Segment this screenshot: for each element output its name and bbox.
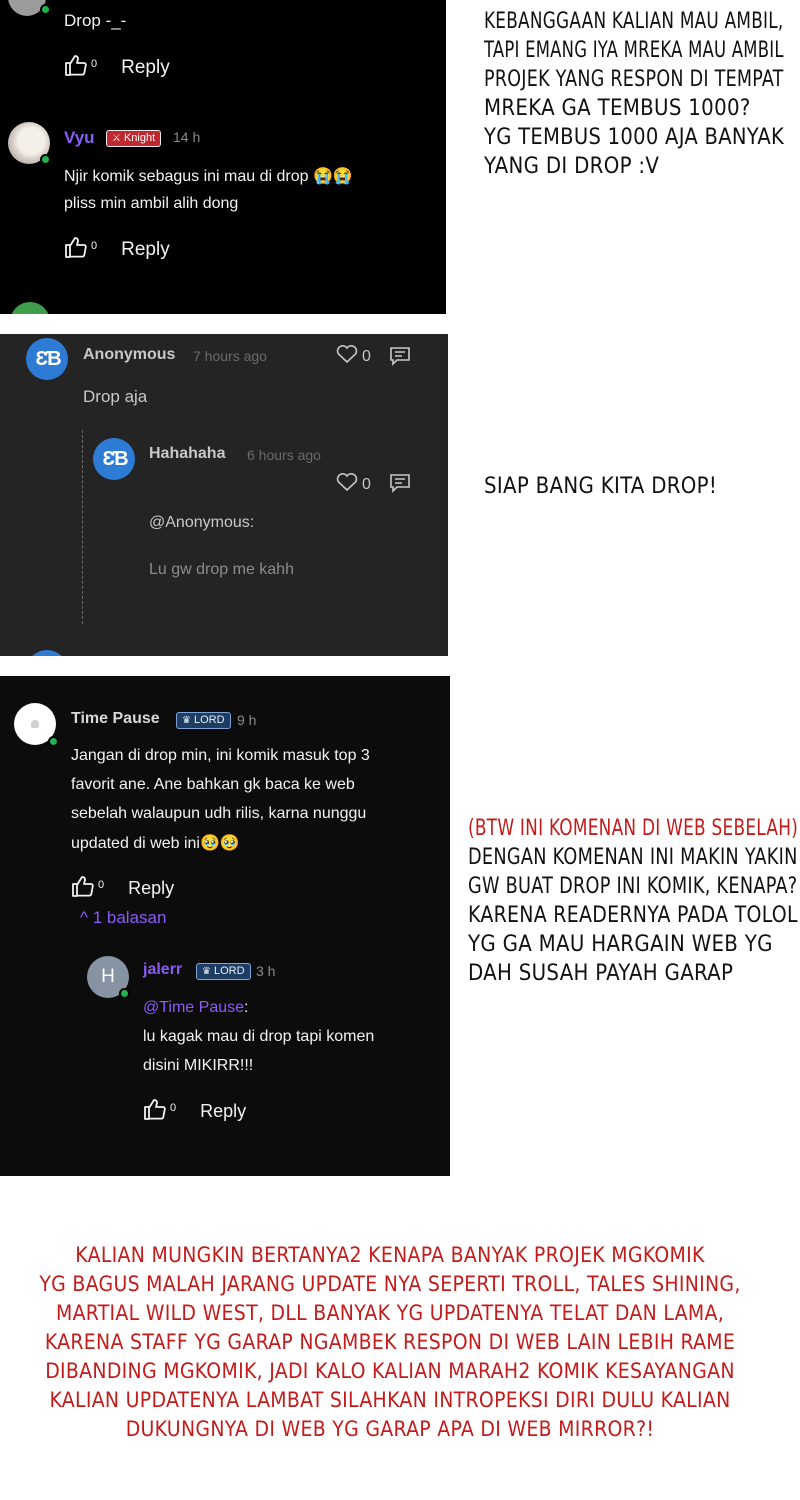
brand-logo-icon: ƐƁ <box>102 447 128 470</box>
comment-reply-icon[interactable] <box>389 346 411 371</box>
rank-badge-label: Knight <box>123 132 156 144</box>
caption-line: MARTIAL WILD WEST, DLL BANYAK YG UPDATEN… <box>55 1301 724 1325</box>
comment-panel-3: Time Pause ♛ LORD 9 h Jangan di drop min… <box>0 676 450 1176</box>
comment-text: Drop -_- <box>64 11 127 30</box>
comment-author[interactable]: Anonymous <box>83 346 175 364</box>
comment-text: Drop aja <box>83 387 148 406</box>
rank-badge: ⚔ Knight <box>106 130 162 147</box>
reply-text: lu kagak mau di drop tapi komen <box>143 1028 375 1045</box>
crown-avatar-icon: ♛ <box>202 966 211 977</box>
caption-line: KALIAN UPDATENYA LAMBAT SILAHKAN INTROPE… <box>49 1388 731 1412</box>
caption-line: GW BUAT DROP INI KOMIK, KENAPA? <box>468 874 798 899</box>
like-control[interactable]: 0 <box>336 345 371 368</box>
user-placeholder-icon <box>31 720 39 728</box>
like-reply-bar: 0 Reply <box>71 875 174 902</box>
reply-author[interactable]: jalerr <box>143 961 182 979</box>
avatar[interactable]: ƐƁ <box>26 338 68 380</box>
like-reply-bar: 0 Reply <box>64 54 170 81</box>
thread-line <box>82 430 83 624</box>
comment-time: 9 h <box>237 712 257 728</box>
avatar-letter: H <box>101 966 115 987</box>
comment-text: favorit ane. Ane bahkan gk baca ke web <box>71 776 355 793</box>
caption-line: MREKA GA TEMBUS 1000? <box>484 96 751 121</box>
like-count: 0 <box>362 475 371 493</box>
caption-line: PROJEK YANG RESPON DI TEMPAT <box>484 67 784 92</box>
comment-author[interactable]: Vyu <box>64 128 95 148</box>
comment-panel-1: Drop -_- 0 Reply Vyu ⚔ Knight 14 h Njir … <box>0 0 446 314</box>
like-reply-bar: 0 Reply <box>64 236 170 263</box>
caption-line: (BTW INI KOMENAN DI WEB SEBELAH) <box>468 816 799 841</box>
reply-text: Lu gw drop me kahh <box>149 561 294 578</box>
reply-text: disini MIKIRR!!! <box>143 1057 254 1074</box>
comment-text: Njir komik sebagus ini mau di drop 😭😭 <box>64 168 353 185</box>
reply-mention[interactable]: @Anonymous: <box>149 514 254 532</box>
reply-time: 6 hours ago <box>247 447 321 463</box>
like-count: 0 <box>362 347 371 365</box>
like-count: 0 <box>170 1101 177 1114</box>
comment-panel-2: ƐƁ Anonymous 7 hours ago 0 Drop aja ƐƁ H… <box>0 334 448 656</box>
comment-author[interactable]: Time Pause <box>71 710 160 728</box>
reply-button[interactable]: Reply <box>121 57 170 79</box>
thumbs-up-icon[interactable] <box>64 236 88 263</box>
caption-line: KEBANGGAAN KALIAN MAU AMBIL, <box>484 9 784 34</box>
caption-line: YANG DI DROP :V <box>484 154 660 179</box>
online-indicator <box>48 736 59 747</box>
caption-line: KARENA STAFF YG GARAP NGAMBEK RESPON DI … <box>44 1330 736 1354</box>
like-reply-bar: 0 Reply <box>143 1098 246 1125</box>
comment-text: pliss min ambil alih dong <box>64 195 239 212</box>
caption-line: DENGAN KOMENAN INI MAKIN YAKIN <box>468 845 798 870</box>
caption-line: KARENA READERNYA PADA TOLOL <box>468 903 798 928</box>
rank-badge: ♛ LORD <box>196 963 251 980</box>
reply-button[interactable]: Reply <box>200 1101 246 1122</box>
like-count: 0 <box>91 57 98 70</box>
online-indicator <box>119 988 130 999</box>
heart-icon[interactable] <box>336 473 358 496</box>
like-control[interactable]: 0 <box>336 473 371 496</box>
online-indicator <box>40 4 51 15</box>
reply-time: 3 h <box>256 963 276 979</box>
reply-mention-row: @Time Pause : <box>143 999 248 1017</box>
caption-line: DIBANDING MGKOMIK, JADI KALO KALIAN MARA… <box>45 1359 735 1383</box>
like-count: 0 <box>98 878 105 891</box>
comment-text: updated di web ini🥹🥹 <box>71 835 240 852</box>
reply-author[interactable]: Hahahaha <box>149 445 225 463</box>
like-count: 0 <box>91 239 98 252</box>
comment-reply-icon[interactable] <box>389 473 411 498</box>
rank-badge-label: LORD <box>213 965 245 977</box>
thumbs-up-icon[interactable] <box>143 1098 167 1125</box>
replies-toggle[interactable]: ^ 1 balasan <box>80 908 166 928</box>
comment-time: 7 hours ago <box>193 348 267 364</box>
rank-badge: ♛ LORD <box>176 712 231 729</box>
thumbs-up-icon[interactable] <box>64 54 88 81</box>
caption-line: TAPI EMANG IYA MREKA MAU AMBIL <box>484 38 784 63</box>
caption-line: YG GA MAU HARGAIN WEB YG <box>468 932 773 957</box>
comment-text: sebelah walaupun udh rilis, karna nunggu <box>71 805 367 822</box>
mention-colon: : <box>244 999 249 1016</box>
heart-icon[interactable] <box>336 345 358 368</box>
reply-button[interactable]: Reply <box>128 878 174 899</box>
online-indicator <box>40 154 51 165</box>
avatar <box>10 302 50 314</box>
reply-mention[interactable]: @Time Pause <box>143 999 244 1017</box>
caption-line: DUKUNGNYA DI WEB YG GARAP APA DI WEB MIR… <box>125 1417 655 1441</box>
caption-line: YG TEMBUS 1000 AJA BANYAK <box>484 125 785 150</box>
caption-middle: SIAP BANG KITA DROP! <box>484 474 718 499</box>
comment-text: Jangan di drop min, ini komik masuk top … <box>71 747 370 764</box>
caption-line: YG BAGUS MALAH JARANG UPDATE NYA SEPERTI… <box>39 1272 741 1296</box>
avatar <box>26 650 68 656</box>
rank-badge-label: LORD <box>193 714 225 726</box>
thumbs-up-icon[interactable] <box>71 875 95 902</box>
avatar[interactable]: ƐƁ <box>93 438 135 480</box>
sword-icon: ⚔ <box>112 133 121 144</box>
reply-button[interactable]: Reply <box>121 239 170 261</box>
crown-avatar-icon: ♛ <box>182 715 191 726</box>
comment-time: 14 h <box>173 129 201 145</box>
caption-line: KALIAN MUNGKIN BERTANYA2 KENAPA BANYAK P… <box>75 1243 705 1267</box>
brand-logo-icon: ƐƁ <box>35 347 61 370</box>
caption-line: DAH SUSAH PAYAH GARAP <box>468 961 734 986</box>
